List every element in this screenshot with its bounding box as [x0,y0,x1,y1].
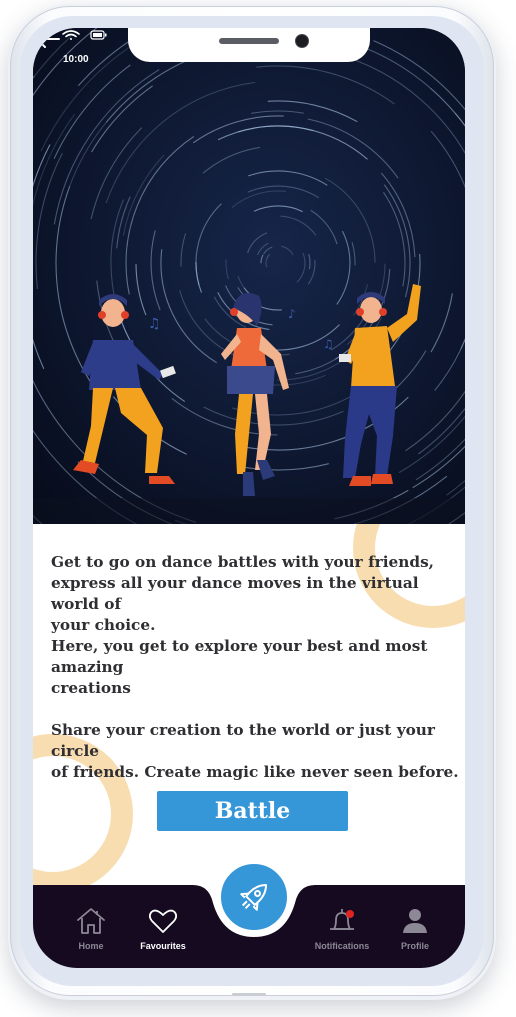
nav-item-notifications[interactable]: Notifications [307,906,377,951]
description-line: creations [51,679,131,697]
description-line: Share your creation to the world or just… [51,721,435,760]
nav-item-favourites[interactable]: Favourites [128,906,198,951]
battery-icon [90,30,107,40]
phone-notch [128,28,370,62]
battle-button[interactable]: Battle [157,791,348,831]
status-time: 10:00 [63,54,89,65]
description-line: express all your dance moves in the virt… [51,574,419,613]
rocket-fab-button[interactable] [215,858,293,936]
dance-illustration: ♫ ♪ ♫ [33,28,465,524]
nav-item-home[interactable]: Home [56,906,126,951]
nav-label-profile: Profile [400,941,429,951]
svg-text:♪: ♪ [288,307,296,321]
front-camera [295,34,309,48]
description-line: Here, you get to explore your best and m… [51,637,428,676]
nav-item-profile[interactable]: Profile [380,906,450,951]
nav-label-favourites: Favourites [140,941,186,951]
notification-badge [346,910,354,918]
home-icon [77,908,105,934]
speaker-grill [219,38,279,44]
svg-text:♫: ♫ [323,337,334,351]
bell-icon [330,909,354,930]
nav-label-home: Home [78,941,104,951]
user-icon [403,909,427,933]
wifi-icon [62,30,80,40]
description-line: Get to go on dance battles with your fri… [51,553,435,571]
app-screen: ♫ ♪ ♫ 10:00 Get to go on dance battles w… [33,28,465,968]
rocket-icon [240,883,268,911]
description-text: Get to go on dance battles with your fri… [51,552,461,783]
home-indicator [232,993,266,996]
heart-icon [148,909,178,933]
nav-label-notifications: Notifications [314,941,370,951]
hero-illustration: ♫ ♪ ♫ 10:00 [33,28,465,524]
description-line: your choice. [51,616,156,634]
svg-text:♫: ♫ [148,316,161,332]
back-arrow-icon[interactable] [33,28,61,50]
description-line: of friends. Create magic like never seen… [51,763,459,781]
